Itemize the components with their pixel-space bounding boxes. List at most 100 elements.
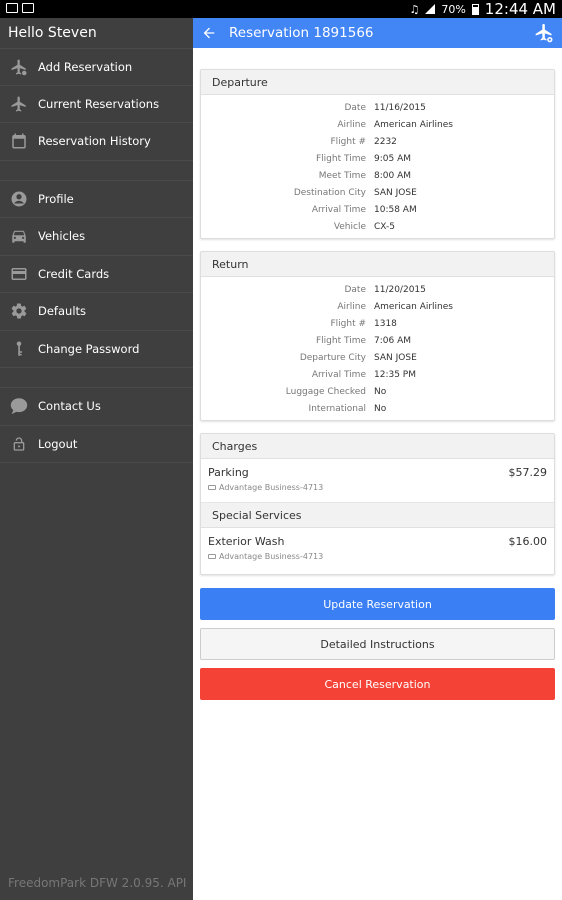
nav-logout[interactable]: Logout	[0, 426, 193, 463]
service-amount: $16.00	[508, 535, 548, 548]
greeting: Hello Steven	[8, 25, 97, 41]
charge-card-label: Advantage Business-4713	[219, 483, 324, 492]
charges-title: Charges	[201, 434, 554, 459]
row-label: Flight #	[330, 318, 366, 329]
row-value: 8:00 AM	[374, 170, 411, 181]
detail-row: Airline American Airlines	[201, 298, 554, 315]
row-value: 2232	[374, 136, 397, 147]
nav-vehicles[interactable]: Vehicles	[0, 218, 193, 256]
notification-icons	[6, 3, 34, 13]
card-icon	[208, 485, 216, 490]
nav-label: Add Reservation	[38, 59, 133, 74]
row-value: 1318	[374, 318, 397, 329]
app-bar: Reservation 1891566	[193, 18, 562, 48]
battery-percent: 70%	[441, 2, 466, 16]
charge-item: Parking $57.29 Advantage Business-4713	[201, 459, 554, 503]
mute-icon: ♫	[409, 2, 420, 16]
detail-row: Vehicle CX-5	[201, 218, 554, 235]
airplane-add-icon	[0, 58, 38, 76]
row-value: SAN JOSE	[374, 187, 417, 198]
nav-label: Reservation History	[38, 134, 151, 149]
gear-icon	[0, 302, 38, 320]
detailed-instructions-button[interactable]: Detailed Instructions	[200, 628, 555, 660]
row-value: CX-5	[374, 221, 395, 232]
row-label: Flight #	[330, 136, 366, 147]
nav-label: Change Password	[38, 341, 140, 356]
detail-row: International No	[201, 400, 554, 417]
detail-row: Flight # 2232	[201, 133, 554, 150]
version-text: FreedomPark DFW 2.0.95. API	[8, 876, 187, 890]
row-label: Vehicle	[333, 221, 366, 232]
nav-change-password[interactable]: Change Password	[0, 331, 193, 368]
row-value: SAN JOSE	[374, 352, 417, 363]
update-reservation-button[interactable]: Update Reservation	[200, 588, 555, 620]
detail-row: Flight Time 7:06 AM	[201, 332, 554, 349]
row-label: Airline	[337, 301, 366, 312]
row-label: Destination City	[293, 187, 366, 198]
airplane-icon	[0, 95, 38, 113]
detail-row: Date 11/20/2015	[201, 281, 554, 298]
service-card: Advantage Business-4713	[208, 552, 323, 561]
page-title: Reservation 1891566	[229, 25, 374, 41]
nav-label: Contact Us	[38, 399, 101, 414]
nav-label: Credit Cards	[38, 266, 110, 281]
row-label: Flight Time	[315, 153, 366, 164]
nav-label: Vehicles	[38, 229, 86, 244]
return-card: Return Date 11/20/2015 Airline American Ai…	[200, 251, 555, 421]
row-label: Arrival Time	[311, 204, 366, 215]
row-value: 11/20/2015	[374, 284, 426, 295]
row-label: Flight Time	[315, 335, 366, 346]
nav-current-reservations[interactable]: Current Reservations	[0, 86, 193, 123]
nav-profile[interactable]: Profile	[0, 181, 193, 218]
profile-icon	[0, 190, 38, 208]
detail-row: Luggage Checked No	[201, 383, 554, 400]
row-label: Luggage Checked	[285, 386, 366, 397]
detail-row: Departure City SAN JOSE	[201, 349, 554, 366]
airplane-settings-icon	[535, 23, 553, 43]
nav-contact-us[interactable]: Contact Us	[0, 388, 193, 426]
row-value: 11/16/2015	[374, 102, 426, 113]
nav-credit-cards[interactable]: Credit Cards	[0, 256, 193, 293]
row-value: 9:05 AM	[374, 153, 411, 164]
lock-icon	[0, 435, 38, 453]
row-value: No	[374, 403, 387, 414]
airplane-action-button[interactable]	[534, 22, 554, 44]
row-label: International	[308, 403, 366, 414]
special-services-title: Special Services	[201, 503, 554, 528]
nav-label: Current Reservations	[38, 96, 160, 111]
detail-row: Arrival Time 10:58 AM	[201, 201, 554, 218]
detail-row: Arrival Time 12:35 PM	[201, 366, 554, 383]
row-label: Date	[344, 102, 366, 113]
back-button[interactable]	[197, 21, 221, 45]
battery-icon	[471, 3, 479, 15]
calendar-icon	[0, 132, 38, 150]
nav-defaults[interactable]: Defaults	[0, 293, 193, 331]
status-bar: ♫ 70% 12:44 AM	[0, 0, 562, 18]
navigation-drawer: Hello Steven Add Reservation Current Res…	[0, 18, 193, 900]
service-card-label: Advantage Business-4713	[219, 552, 324, 561]
credit-card-icon	[0, 265, 38, 283]
detail-row: Date 11/16/2015	[201, 99, 554, 116]
detail-row: Destination City SAN JOSE	[201, 184, 554, 201]
nav-add-reservation[interactable]: Add Reservation	[0, 48, 193, 86]
row-label: Arrival Time	[311, 369, 366, 380]
return-title: Return	[201, 252, 554, 277]
nav-divider	[0, 161, 193, 181]
row-value: No	[374, 386, 387, 397]
nav-reservation-history[interactable]: Reservation History	[0, 123, 193, 161]
detail-row: Flight # 1318	[201, 315, 554, 332]
nav-divider	[0, 368, 193, 388]
cancel-reservation-button[interactable]: Cancel Reservation	[200, 668, 555, 700]
row-value: 10:58 AM	[374, 204, 417, 215]
card-icon	[208, 554, 216, 559]
detail-row: Meet Time 8:00 AM	[201, 167, 554, 184]
charge-name: Parking	[208, 466, 249, 479]
departure-card: Departure Date 11/16/2015 Airline American…	[200, 69, 555, 239]
reservation-detail: Departure Date 11/16/2015 Airline American…	[193, 48, 562, 900]
nav-label: Logout	[38, 436, 78, 451]
detail-row: Flight Time 9:05 AM	[201, 150, 554, 167]
special-service-item: Exterior Wash $16.00 Advantage Business-…	[201, 528, 554, 572]
key-icon	[0, 339, 38, 359]
row-label: Departure City	[299, 352, 366, 363]
row-label: Meet Time	[318, 170, 366, 181]
